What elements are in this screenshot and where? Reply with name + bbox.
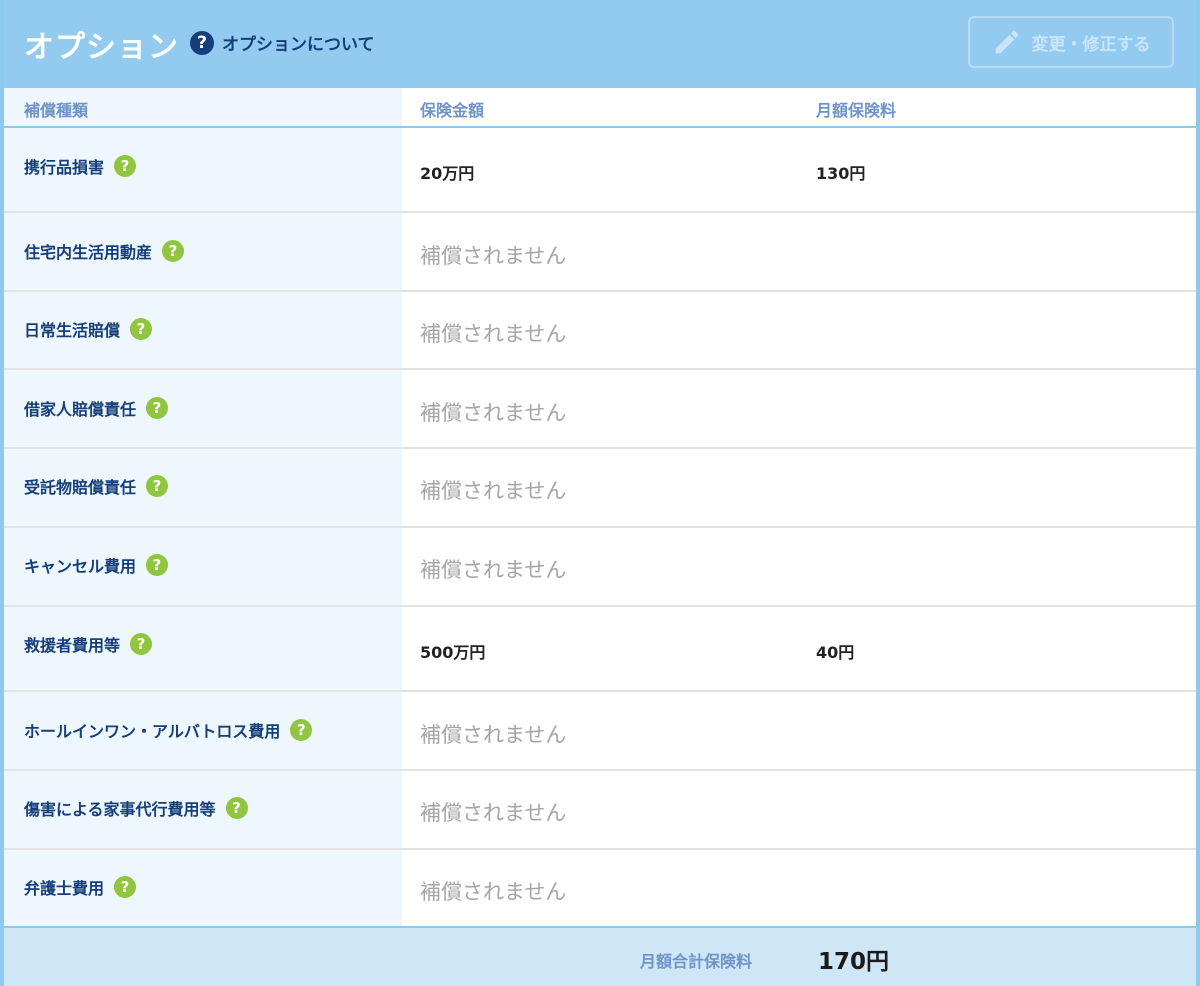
not-covered-text: 補償されません: [420, 880, 567, 904]
option-name: 受託物賠償責任: [24, 478, 137, 497]
option-amount: 500万円: [420, 643, 486, 662]
option-name: 救援者費用等: [24, 636, 121, 655]
question-circle-icon[interactable]: ?: [225, 797, 248, 819]
not-covered-text: 補償されません: [420, 801, 567, 825]
option-name: 傷害による家事代行費用等: [24, 800, 216, 819]
option-name: 弁護士費用: [24, 879, 105, 898]
column-header-amount: 保険金額: [420, 101, 485, 120]
option-premium: 40円: [816, 643, 855, 662]
options-help-link[interactable]: ? オプションについて: [190, 30, 375, 55]
option-row: 弁護士費用 ? 補償されません: [4, 850, 1196, 926]
option-row: 救援者費用等 ? 500万円 40円: [4, 607, 1196, 692]
options-help-label: オプションについて: [222, 35, 375, 55]
question-circle-icon[interactable]: ?: [130, 633, 153, 655]
option-row: 日常生活賠償 ? 補償されません: [4, 292, 1196, 370]
not-covered-text: 補償されません: [420, 401, 567, 425]
panel-header: オプション ? オプションについて 変更・修正する: [4, 0, 1196, 88]
question-circle-icon[interactable]: ?: [162, 240, 185, 262]
option-name: キャンセル費用: [24, 557, 137, 576]
option-name: ホールインワン・アルバトロス費用: [24, 722, 281, 741]
column-header-type: 補償種類: [24, 101, 89, 120]
option-row: 受託物賠償責任 ? 補償されません: [4, 449, 1196, 528]
question-circle-icon[interactable]: ?: [146, 554, 169, 576]
question-circle-icon[interactable]: ?: [290, 719, 313, 741]
option-row: ホールインワン・アルバトロス費用 ? 補償されません: [4, 692, 1196, 771]
column-headers: 補償種類 保険金額 月額保険料: [4, 88, 1196, 128]
question-circle-icon[interactable]: ?: [114, 876, 137, 898]
question-circle-icon: ?: [190, 30, 214, 55]
option-row: 傷害による家事代行費用等 ? 補償されません: [4, 771, 1196, 850]
option-premium: 130円: [816, 164, 866, 183]
edit-button[interactable]: 変更・修正する: [968, 16, 1174, 68]
pencil-icon: [995, 30, 1018, 54]
total-label: 月額合計保険料: [640, 952, 753, 971]
question-circle-icon[interactable]: ?: [146, 475, 169, 497]
option-name: 携行品損害: [24, 158, 105, 177]
not-covered-text: 補償されません: [420, 322, 567, 346]
panel-title: オプション: [24, 30, 179, 65]
column-header-premium: 月額保険料: [816, 101, 897, 120]
option-row: 借家人賠償責任 ? 補償されません: [4, 370, 1196, 449]
option-row: キャンセル費用 ? 補償されません: [4, 528, 1196, 607]
option-name: 借家人賠償責任: [24, 400, 137, 419]
question-circle-icon[interactable]: ?: [114, 155, 137, 177]
not-covered-text: 補償されません: [420, 558, 567, 582]
not-covered-text: 補償されません: [420, 723, 567, 747]
question-circle-icon[interactable]: ?: [146, 397, 169, 419]
option-name: 住宅内生活用動産: [24, 243, 153, 262]
options-panel: オプション ? オプションについて 変更・修正する 補償種類 保険金額 月額保険…: [0, 0, 1200, 986]
option-amount: 20万円: [420, 164, 475, 183]
edit-button-label: 変更・修正する: [1031, 34, 1151, 55]
total-footer: 月額合計保険料 170円: [4, 926, 1196, 986]
total-premium: 170円: [818, 949, 890, 975]
question-circle-icon[interactable]: ?: [130, 318, 153, 340]
option-row: 携行品損害 ? 20万円 130円: [4, 128, 1196, 213]
not-covered-text: 補償されません: [420, 479, 567, 503]
not-covered-text: 補償されません: [420, 244, 567, 268]
option-name: 日常生活賠償: [24, 321, 121, 340]
option-row: 住宅内生活用動産 ? 補償されません: [4, 213, 1196, 292]
